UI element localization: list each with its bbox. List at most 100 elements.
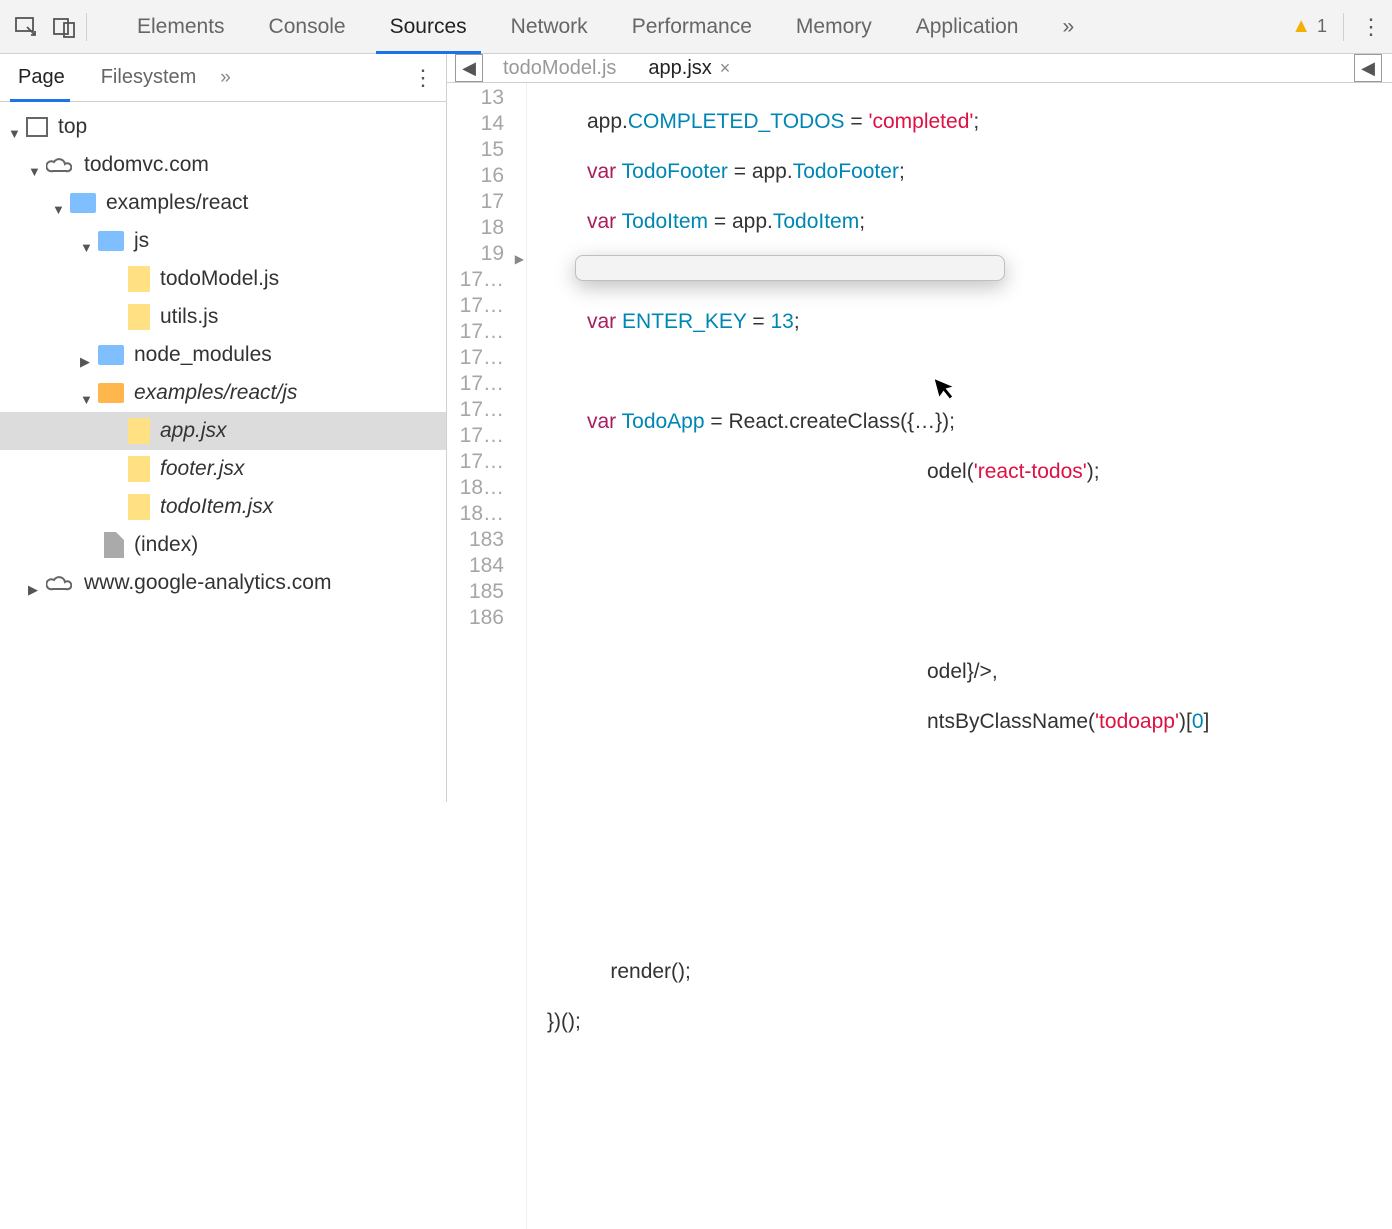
disclosure-icon[interactable] [28, 158, 42, 172]
line-number[interactable]: 18… [447, 501, 526, 527]
tab-elements[interactable]: Elements [115, 0, 247, 53]
disclosure-icon[interactable] [80, 234, 94, 248]
editor-pane: ◀ todoModel.js app.jsx × ◀ 13 14 15 16 1… [447, 54, 1392, 802]
tree-label: (index) [134, 533, 198, 557]
code-content[interactable]: app.COMPLETED_TODOS = 'completed'; var T… [527, 83, 1209, 1229]
file-tab-inactive[interactable]: todoModel.js [491, 54, 628, 82]
js-file-icon [128, 266, 150, 292]
line-gutter[interactable]: 13 14 15 16 17 18 19 17… 17… 17… 17… 17…… [447, 83, 527, 1229]
sidebar-header: Page Filesystem » ⋮ [0, 54, 446, 102]
file-tab-label: app.jsx [648, 57, 711, 80]
disclosure-icon[interactable] [80, 386, 94, 400]
tab-network[interactable]: Network [489, 0, 610, 53]
line-number[interactable]: 13 [447, 85, 526, 111]
tree-file[interactable]: todoModel.js [0, 260, 446, 298]
js-file-icon [128, 494, 150, 520]
tab-sources[interactable]: Sources [368, 0, 489, 53]
editor-header: ◀ todoModel.js app.jsx × ◀ [447, 54, 1392, 83]
folder-icon [98, 345, 124, 365]
line-number[interactable]: 185 [447, 579, 526, 605]
tree-label: examples/react [106, 191, 248, 215]
sidebar-tab-page[interactable]: Page [0, 54, 83, 101]
file-tree: top todomvc.com examples/react js [0, 102, 446, 602]
line-number[interactable]: 17… [447, 319, 526, 345]
sidebar-tabs-overflow[interactable]: » [220, 67, 231, 89]
line-number[interactable]: 186 [447, 605, 526, 631]
gutter-context-menu: Add breakpoint Add conditional breakpoin… [575, 255, 1005, 281]
tree-label: app.jsx [160, 419, 227, 443]
device-toggle-icon[interactable] [48, 11, 80, 43]
line-number[interactable]: 17… [447, 397, 526, 423]
tree-label: js [134, 229, 149, 253]
line-number[interactable]: 184 [447, 553, 526, 579]
inspect-element-icon[interactable] [10, 11, 42, 43]
js-file-icon [128, 418, 150, 444]
tree-label: www.google-analytics.com [84, 571, 331, 595]
tree-file-selected[interactable]: app.jsx [0, 412, 446, 450]
line-number[interactable]: 183 [447, 527, 526, 553]
tree-file[interactable]: footer.jsx [0, 450, 446, 488]
disclosure-icon[interactable] [52, 196, 66, 210]
line-number[interactable]: 17… [447, 423, 526, 449]
line-number[interactable]: 17 [447, 189, 526, 215]
tree-folder-js[interactable]: js [0, 222, 446, 260]
folder-icon [70, 193, 96, 213]
tab-performance[interactable]: Performance [610, 0, 774, 53]
tree-sourcemap-folder[interactable]: examples/react/js [0, 374, 446, 412]
js-file-icon [128, 304, 150, 330]
folder-icon [98, 231, 124, 251]
disclosure-icon[interactable] [28, 576, 42, 590]
line-number[interactable]: 17… [447, 345, 526, 371]
line-number[interactable]: 18 [447, 215, 526, 241]
sidebar-kebab-icon[interactable]: ⋮ [412, 65, 434, 91]
tree-file[interactable]: utils.js [0, 298, 446, 336]
line-number[interactable]: 17… [447, 371, 526, 397]
line-number[interactable]: 16 [447, 163, 526, 189]
tab-memory[interactable]: Memory [774, 0, 894, 53]
settings-kebab-icon[interactable]: ⋮ [1360, 14, 1382, 40]
cloud-icon [46, 155, 74, 175]
line-number[interactable]: 15 [447, 137, 526, 163]
tree-domain[interactable]: www.google-analytics.com [0, 564, 446, 602]
sidebar-tab-filesystem[interactable]: Filesystem [83, 54, 215, 101]
line-number[interactable]: 17… [447, 449, 526, 475]
tree-node-modules[interactable]: node_modules [0, 336, 446, 374]
tree-file[interactable]: todoItem.jsx [0, 488, 446, 526]
tree-domain[interactable]: todomvc.com [0, 146, 446, 184]
code-pane: 13 14 15 16 17 18 19 17… 17… 17… 17… 17…… [447, 83, 1392, 1229]
tree-folder[interactable]: examples/react [0, 184, 446, 222]
disclosure-icon[interactable] [80, 348, 94, 362]
tab-application[interactable]: Application [894, 0, 1041, 53]
tab-console[interactable]: Console [247, 0, 368, 53]
cloud-icon [46, 573, 74, 593]
tabs-overflow[interactable]: » [1040, 0, 1096, 53]
separator [86, 13, 87, 41]
warning-count: 1 [1317, 16, 1327, 37]
sources-sidebar: Page Filesystem » ⋮ top todomvc.com exa [0, 54, 447, 802]
nav-prev-icon[interactable]: ◀ [455, 54, 483, 82]
tree-label: examples/react/js [134, 381, 297, 405]
file-tab-label: todoModel.js [503, 57, 616, 80]
tree-label: todoModel.js [160, 267, 279, 291]
devtools-topbar: Elements Console Sources Network Perform… [0, 0, 1392, 54]
tree-label: todoItem.jsx [160, 495, 273, 519]
close-icon[interactable]: × [720, 58, 731, 79]
separator [1343, 13, 1344, 41]
folder-icon [98, 383, 124, 403]
tree-index[interactable]: (index) [0, 526, 446, 564]
line-number[interactable]: 18… [447, 475, 526, 501]
file-tab-active[interactable]: app.jsx × [636, 54, 742, 82]
line-number[interactable]: 17… [447, 293, 526, 319]
line-number[interactable]: 14 [447, 111, 526, 137]
frame-icon [26, 117, 48, 137]
panels: Page Filesystem » ⋮ top todomvc.com exa [0, 54, 1392, 802]
tree-top-frame[interactable]: top [0, 108, 446, 146]
line-number[interactable]: 19 [447, 241, 526, 267]
panel-tabs: Elements Console Sources Network Perform… [115, 0, 1096, 53]
warnings-badge[interactable]: ▲ 1 [1291, 15, 1327, 38]
disclosure-icon[interactable] [8, 120, 22, 134]
tree-label: todomvc.com [84, 153, 209, 177]
document-icon [104, 532, 124, 558]
nav-next-icon[interactable]: ◀ [1354, 54, 1382, 82]
line-number[interactable]: 17… [447, 267, 526, 293]
